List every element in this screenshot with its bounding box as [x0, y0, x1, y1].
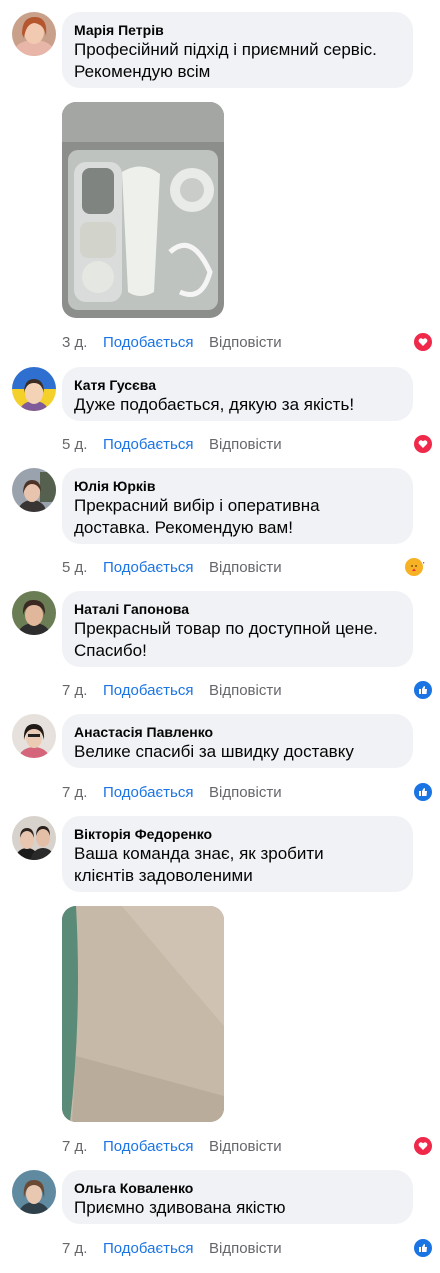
comment-bubble: Катя Гусєва Дуже подобається, дякую за я…	[62, 367, 413, 421]
comment-text: Ваша команда знає, як зробити	[74, 844, 324, 863]
reaction-summary[interactable]: 3	[412, 680, 433, 702]
author-name[interactable]: Наталі Гапонова	[74, 600, 401, 618]
like-icon	[412, 782, 433, 802]
love-icon	[412, 434, 433, 454]
like-button[interactable]: Подобається	[103, 332, 193, 354]
comment-time[interactable]: 7 д.	[62, 782, 87, 804]
love-icon	[412, 1136, 433, 1156]
comment-actions: 5 д. Подобається Відповісти 2	[62, 434, 433, 456]
reaction-summary[interactable]: 2	[412, 1238, 433, 1260]
reply-button[interactable]: Відповісти	[209, 1136, 282, 1158]
comment-bubble: Анастасія Павленко Велике спасибі за шви…	[62, 714, 413, 768]
comment-bubble: Марія Петрів Професійний підхід і приємн…	[62, 12, 413, 88]
reply-button[interactable]: Відповісти	[209, 680, 282, 702]
reply-button[interactable]: Відповісти	[209, 434, 282, 456]
comment-actions: 7 д. Подобається Відповісти 2	[62, 1238, 433, 1260]
arm-skin-photo[interactable]	[62, 906, 224, 1122]
avatar[interactable]	[12, 468, 56, 512]
like-button[interactable]: Подобається	[103, 782, 193, 804]
love-icon	[412, 332, 433, 352]
reply-button[interactable]: Відповісти	[209, 1238, 282, 1260]
like-button[interactable]: Подобається	[103, 557, 193, 579]
avatar[interactable]	[12, 367, 56, 411]
avatar[interactable]	[12, 1170, 56, 1214]
comment-bubble: Вікторія Федоренко Ваша команда знає, як…	[62, 816, 413, 892]
reply-button[interactable]: Відповісти	[209, 782, 282, 804]
comment-text: Прекрасний вибір і оперативна	[74, 496, 320, 515]
reaction-summary[interactable]: 3	[412, 782, 433, 804]
like-button[interactable]: Подобається	[103, 1238, 193, 1260]
comment-text: Приємно здивована якістю	[74, 1198, 286, 1217]
author-name[interactable]: Анастасія Павленко	[74, 723, 401, 741]
author-name[interactable]: Ольга Коваленко	[74, 1179, 401, 1197]
reaction-summary[interactable]: 17	[404, 557, 428, 579]
comment-text: Прекрасный товар по доступной цене.	[74, 619, 378, 638]
comment-time[interactable]: 7 д.	[62, 1238, 87, 1260]
like-button[interactable]: Подобається	[103, 1136, 193, 1158]
comment-bubble: Юлія Юрків Прекрасний вибір і оперативна…	[62, 468, 413, 544]
comment-actions: 7 д. Подобається Відповісти 3	[62, 680, 433, 702]
epilator-kit-photo[interactable]	[62, 102, 224, 318]
reaction-summary[interactable]: 1	[412, 1136, 433, 1158]
author-name[interactable]: Катя Гусєва	[74, 376, 401, 394]
avatar[interactable]	[12, 714, 56, 758]
reaction-summary[interactable]: 9	[412, 332, 433, 354]
comment-time[interactable]: 7 д.	[62, 680, 87, 702]
comment-actions: 7 д. Подобається Відповісти 3	[62, 782, 433, 804]
comment-actions: 5 д. Подобається Відповісти 17	[62, 557, 428, 579]
comment-bubble: Наталі Гапонова Прекрасный товар по дост…	[62, 591, 413, 667]
comment-text: клієнтів задоволеними	[74, 866, 253, 885]
comment-time[interactable]: 3 д.	[62, 332, 87, 354]
comment-text: Спасибо!	[74, 641, 147, 660]
comment-text: Велике спасибі за швидку доставку	[74, 742, 354, 761]
comment-time[interactable]: 7 д.	[62, 1136, 87, 1158]
comment-bubble: Ольга Коваленко Приємно здивована якістю	[62, 1170, 413, 1224]
author-name[interactable]: Юлія Юрків	[74, 477, 401, 495]
reply-button[interactable]: Відповісти	[209, 557, 282, 579]
comment-time[interactable]: 5 д.	[62, 557, 87, 579]
comment-time[interactable]: 5 д.	[62, 434, 87, 456]
comment-actions: 3 д. Подобається Відповісти 9	[62, 332, 433, 354]
reply-button[interactable]: Відповісти	[209, 332, 282, 354]
author-name[interactable]: Марія Петрів	[74, 21, 401, 39]
comment-text: Професійний підхід і приємний сервіс.	[74, 40, 377, 59]
like-button[interactable]: Подобається	[103, 680, 193, 702]
avatar[interactable]	[12, 591, 56, 635]
comment-text: Дуже подобається, дякую за якість!	[74, 395, 355, 414]
comment-text: Рекомендую всім	[74, 62, 211, 81]
avatar[interactable]	[12, 12, 56, 56]
like-icon	[412, 680, 433, 700]
avatar[interactable]	[12, 816, 56, 860]
reaction-summary[interactable]: 2	[412, 434, 433, 456]
comment-actions: 7 д. Подобається Відповісти 1	[62, 1136, 433, 1158]
comment-text: доставка. Рекомендую вам!	[74, 518, 293, 537]
like-icon	[412, 1238, 433, 1258]
author-name[interactable]: Вікторія Федоренко	[74, 825, 401, 843]
like-button[interactable]: Подобається	[103, 434, 193, 456]
